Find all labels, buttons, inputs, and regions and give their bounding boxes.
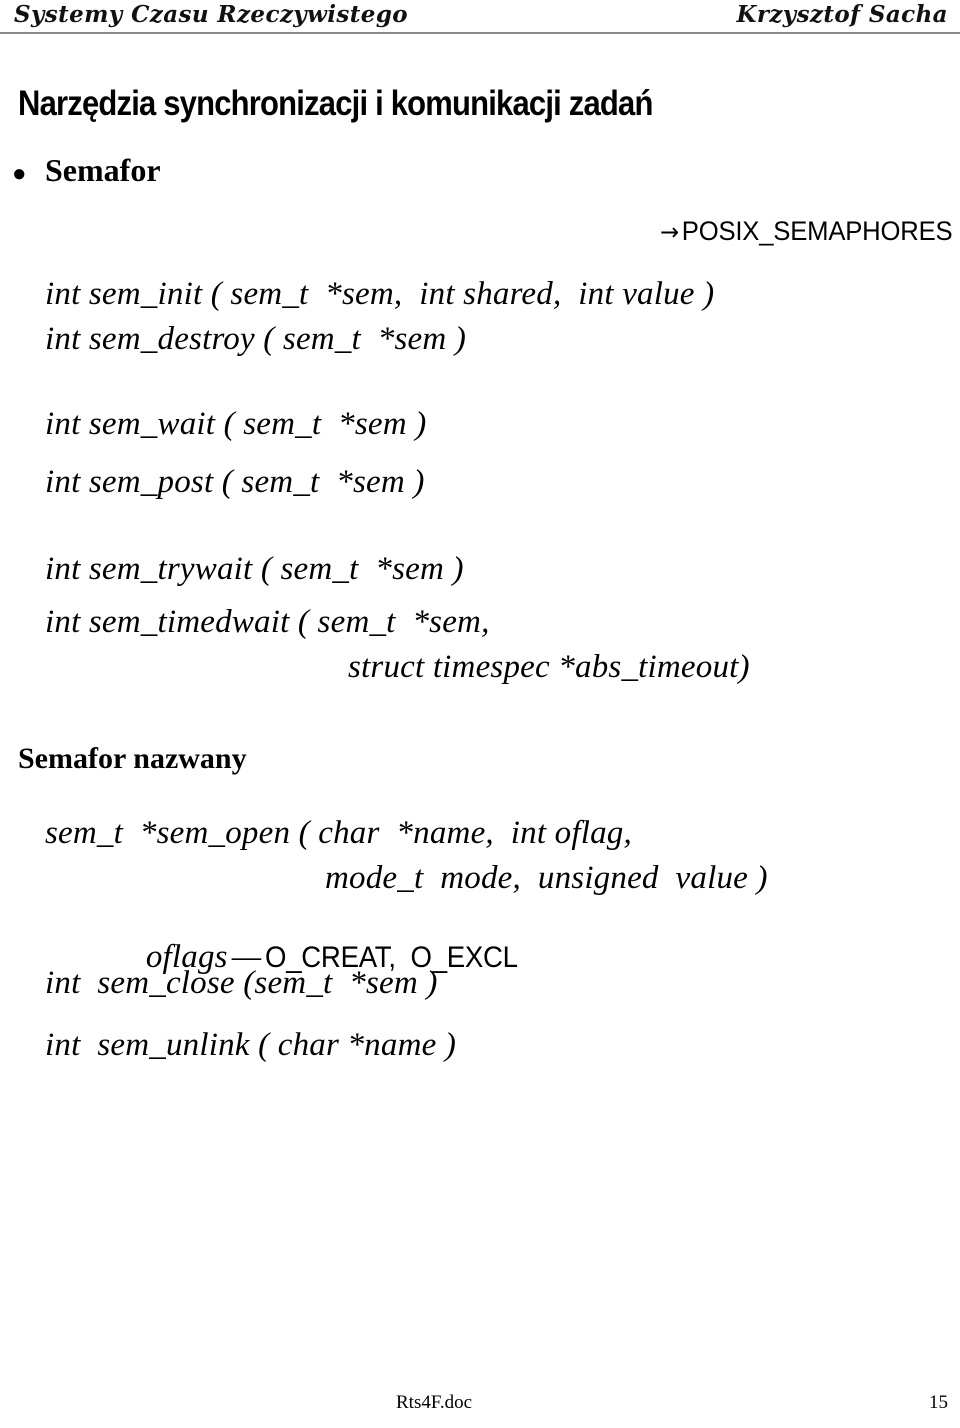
section-heading-label: Semafor — [45, 152, 161, 188]
code-line-sem-timedwait: int sem_timedwait ( sem_t *sem, — [45, 604, 490, 640]
code-line-sem-trywait: int sem_trywait ( sem_t *sem ) — [45, 551, 464, 587]
right-arrow-icon: → — [660, 218, 679, 246]
header-rule — [0, 32, 960, 34]
posix-semaphores-label: POSIX_SEMAPHORES — [681, 216, 953, 246]
code-line-sem-init: int sem_init ( sem_t *sem, int shared, i… — [45, 276, 715, 312]
code-line-sem-timedwait-continuation: struct timespec *abs_timeout) — [348, 649, 750, 685]
bullet-icon: ● — [12, 161, 27, 187]
footer-file-name: Rts4F.doc — [396, 1392, 473, 1413]
document-page: Systemy Czasu Rzeczywistego Krzysztof Sa… — [0, 0, 960, 1428]
section-heading-semafor: ● Semafor — [12, 152, 161, 189]
document-footer: Rts4F.doc 15 — [0, 1392, 960, 1422]
page-title: Narzędzia synchronizacji i komunikacji z… — [18, 84, 653, 124]
document-header: Systemy Czasu Rzeczywistego Krzysztof Sa… — [0, 0, 960, 36]
code-line-sem-post: int sem_post ( sem_t *sem ) — [45, 464, 425, 500]
header-course-title: Systemy Czasu Rzeczywistego — [14, 1, 409, 28]
section-heading-semafor-nazwany: Semafor nazwany — [18, 742, 247, 775]
header-author-name: Krzysztof Sacha — [736, 1, 948, 28]
code-line-sem-wait: int sem_wait ( sem_t *sem ) — [45, 406, 427, 442]
footer-page-number: 15 — [929, 1392, 948, 1413]
posix-semaphores-note: → POSIX_SEMAPHORES — [660, 216, 953, 247]
code-line-sem-open-continuation: mode_t mode, unsigned value ) — [325, 860, 768, 896]
code-line-sem-open: sem_t *sem_open ( char *name, int oflag, — [45, 815, 632, 851]
code-line-sem-unlink: int sem_unlink ( char *name ) — [45, 1027, 457, 1063]
code-line-sem-destroy: int sem_destroy ( sem_t *sem ) — [45, 321, 467, 357]
code-line-sem-close: int sem_close (sem_t *sem ) — [45, 965, 438, 1001]
